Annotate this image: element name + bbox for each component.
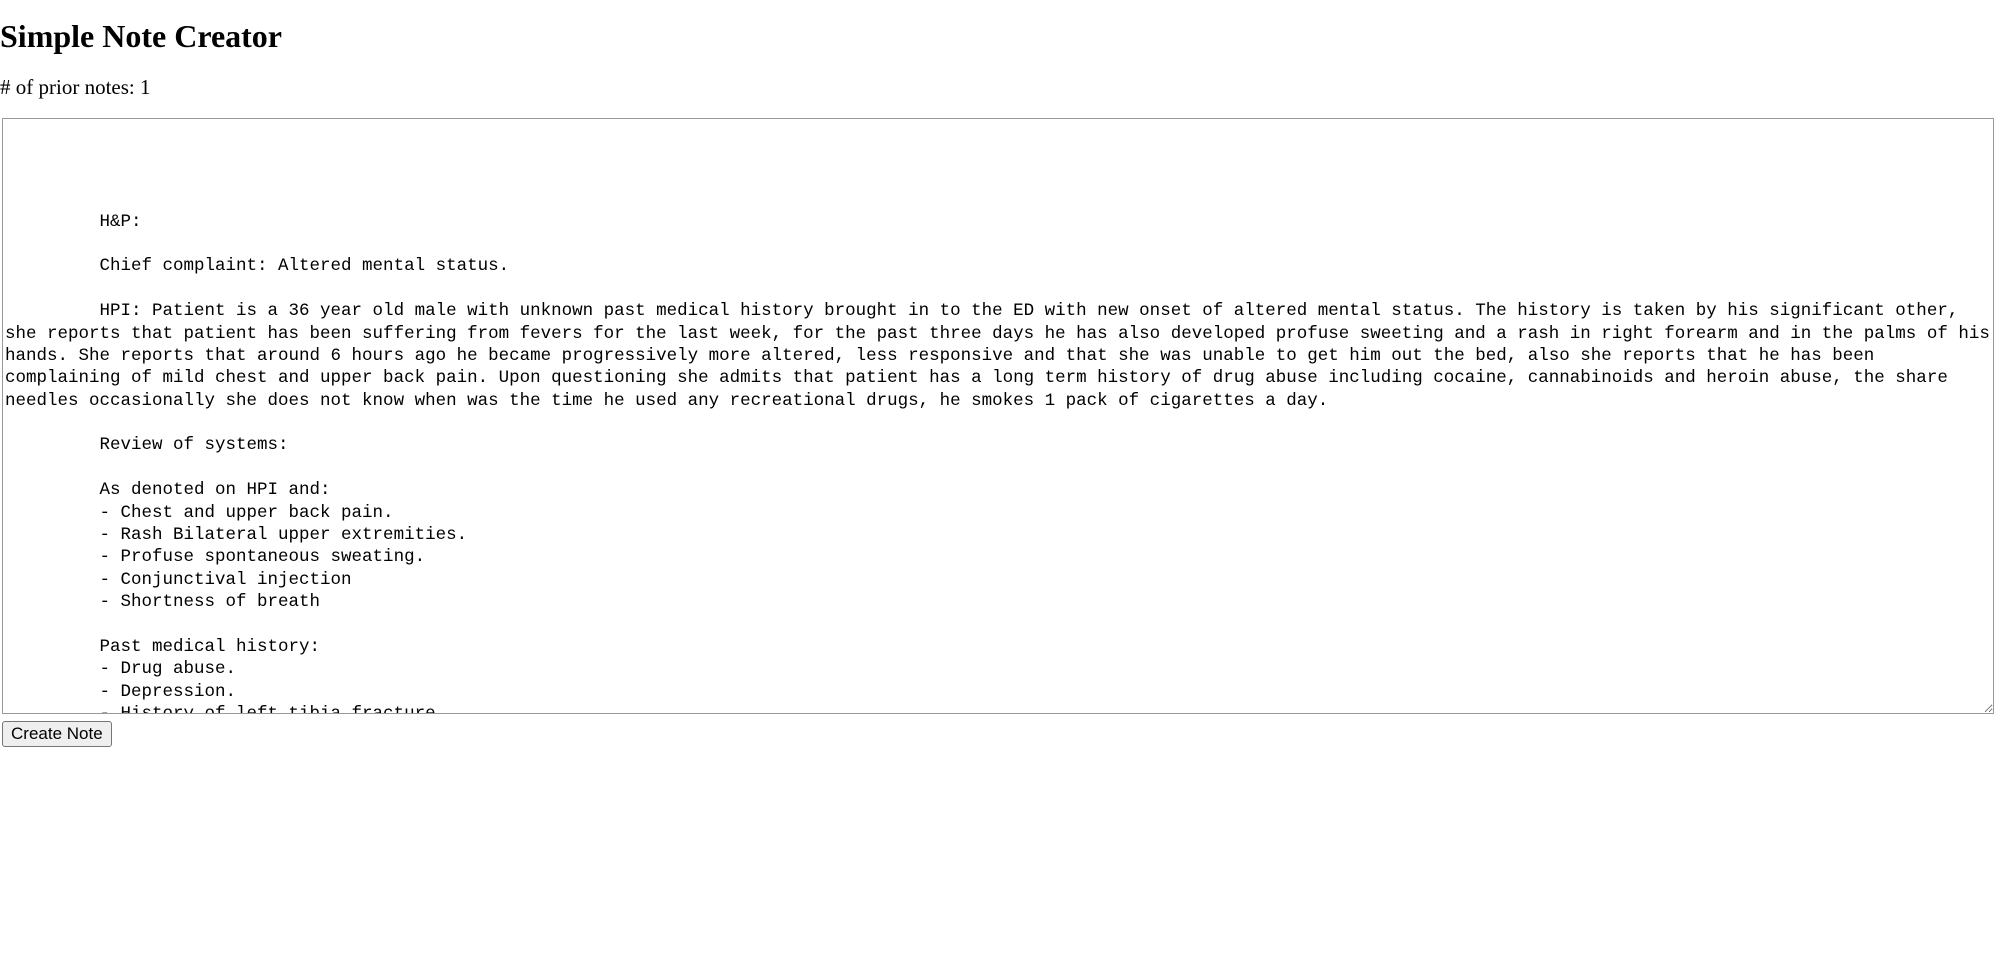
create-note-button[interactable]: Create Note <box>2 721 112 747</box>
page-title: Simple Note Creator <box>0 18 2000 55</box>
note-textarea[interactable] <box>2 118 1994 714</box>
prior-notes-count: # of prior notes: 1 <box>0 75 2000 100</box>
